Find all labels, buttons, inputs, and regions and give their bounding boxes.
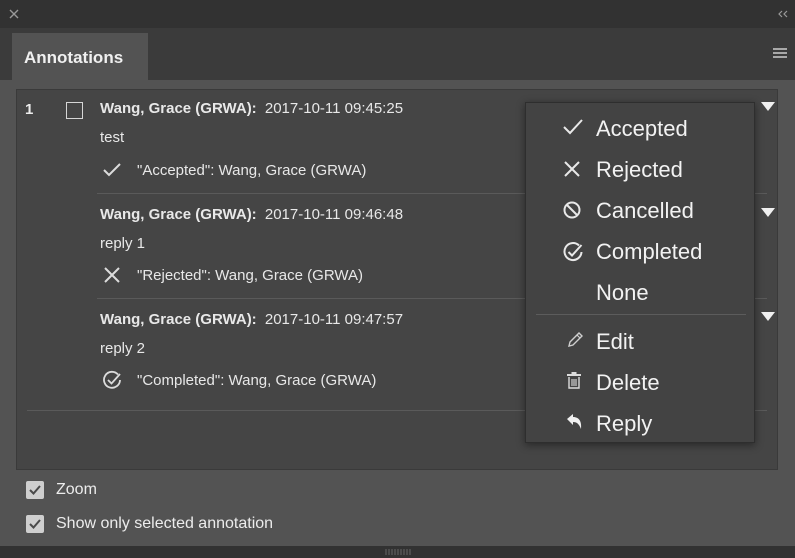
tab-row: Annotations <box>0 28 795 80</box>
annotation-text: test <box>100 129 125 146</box>
completed-check-circle-icon <box>562 241 584 263</box>
tab-annotations[interactable]: Annotations <box>12 33 148 80</box>
menu-item-cancelled[interactable]: Cancelled <box>526 190 754 228</box>
annotation-header: Wang, Grace (GRWA): 2017-10-11 09:45:25 <box>100 100 403 117</box>
menu-item-label: Cancelled <box>596 198 694 223</box>
annotation-author: Wang, Grace (GRWA): <box>100 100 257 117</box>
checkmark-icon <box>29 519 41 529</box>
menu-item-label: Accepted <box>596 116 688 141</box>
menu-item-none[interactable]: None <box>526 272 754 310</box>
resize-grip-icon[interactable] <box>384 549 412 555</box>
menu-item-edit[interactable]: Edit <box>526 321 754 359</box>
annotation-number: 1 <box>25 101 34 118</box>
x-mark-icon <box>103 266 121 284</box>
menu-divider <box>536 314 746 315</box>
annotation-header: Wang, Grace (GRWA): 2017-10-11 09:47:57 <box>100 311 403 328</box>
tab-label: Annotations <box>24 48 124 67</box>
annotation-status: "Rejected": Wang, Grace (GRWA) <box>137 267 363 284</box>
collapse-panel-icon[interactable] <box>777 10 789 18</box>
menu-item-reply[interactable]: Reply <box>526 403 754 441</box>
annotation-time: 2017-10-11 09:47:57 <box>264 311 404 328</box>
annotation-select-checkbox[interactable] <box>66 102 83 119</box>
completed-check-circle-icon <box>102 370 122 390</box>
annotation-time: 2017-10-11 09:45:25 <box>264 100 404 117</box>
menu-item-label: Completed <box>596 239 703 264</box>
prohibited-circle-icon <box>562 200 582 220</box>
menu-item-label: Delete <box>596 370 660 395</box>
annotation-time: 2017-10-11 09:46:48 <box>264 206 404 223</box>
menu-item-label: Reply <box>596 411 653 436</box>
checkmark-icon <box>29 485 41 495</box>
resize-bar <box>0 546 795 558</box>
status-menu: Accepted Rejected Cancelled Completed No… <box>525 102 755 443</box>
menu-item-completed[interactable]: Completed <box>526 231 754 269</box>
annotation-author: Wang, Grace (GRWA): <box>100 206 257 223</box>
menu-item-delete[interactable]: Delete <box>526 362 754 400</box>
annotation-status: "Accepted": Wang, Grace (GRWA) <box>137 162 367 179</box>
panel-title-bar <box>0 0 795 28</box>
annotation-header: Wang, Grace (GRWA): 2017-10-11 09:46:48 <box>100 206 403 223</box>
annotation-text: reply 2 <box>100 340 146 357</box>
annotation-author: Wang, Grace (GRWA): <box>100 311 257 328</box>
check-icon <box>562 118 584 136</box>
menu-item-label: Rejected <box>596 157 683 182</box>
status-dropdown-arrow-icon[interactable] <box>761 102 775 111</box>
menu-item-label: None <box>596 280 649 305</box>
zoom-label: Zoom <box>56 481 97 498</box>
show-selected-label: Show only selected annotation <box>56 515 274 532</box>
zoom-checkbox[interactable] <box>26 481 44 499</box>
status-dropdown-arrow-icon[interactable] <box>761 312 775 321</box>
check-icon <box>102 162 122 178</box>
pencil-icon <box>566 331 584 349</box>
x-mark-icon <box>562 159 582 179</box>
show-selected-checkbox[interactable] <box>26 515 44 533</box>
reply-arrow-icon <box>566 413 584 431</box>
annotation-text: reply 1 <box>100 235 146 252</box>
status-dropdown-arrow-icon[interactable] <box>761 208 775 217</box>
menu-item-label: Edit <box>596 329 634 354</box>
trash-icon <box>566 372 582 390</box>
menu-item-accepted[interactable]: Accepted <box>526 108 754 146</box>
annotation-status: "Completed": Wang, Grace (GRWA) <box>137 372 377 389</box>
menu-item-rejected[interactable]: Rejected <box>526 149 754 187</box>
panel-menu-icon[interactable] <box>773 48 787 60</box>
close-icon[interactable] <box>9 9 19 19</box>
